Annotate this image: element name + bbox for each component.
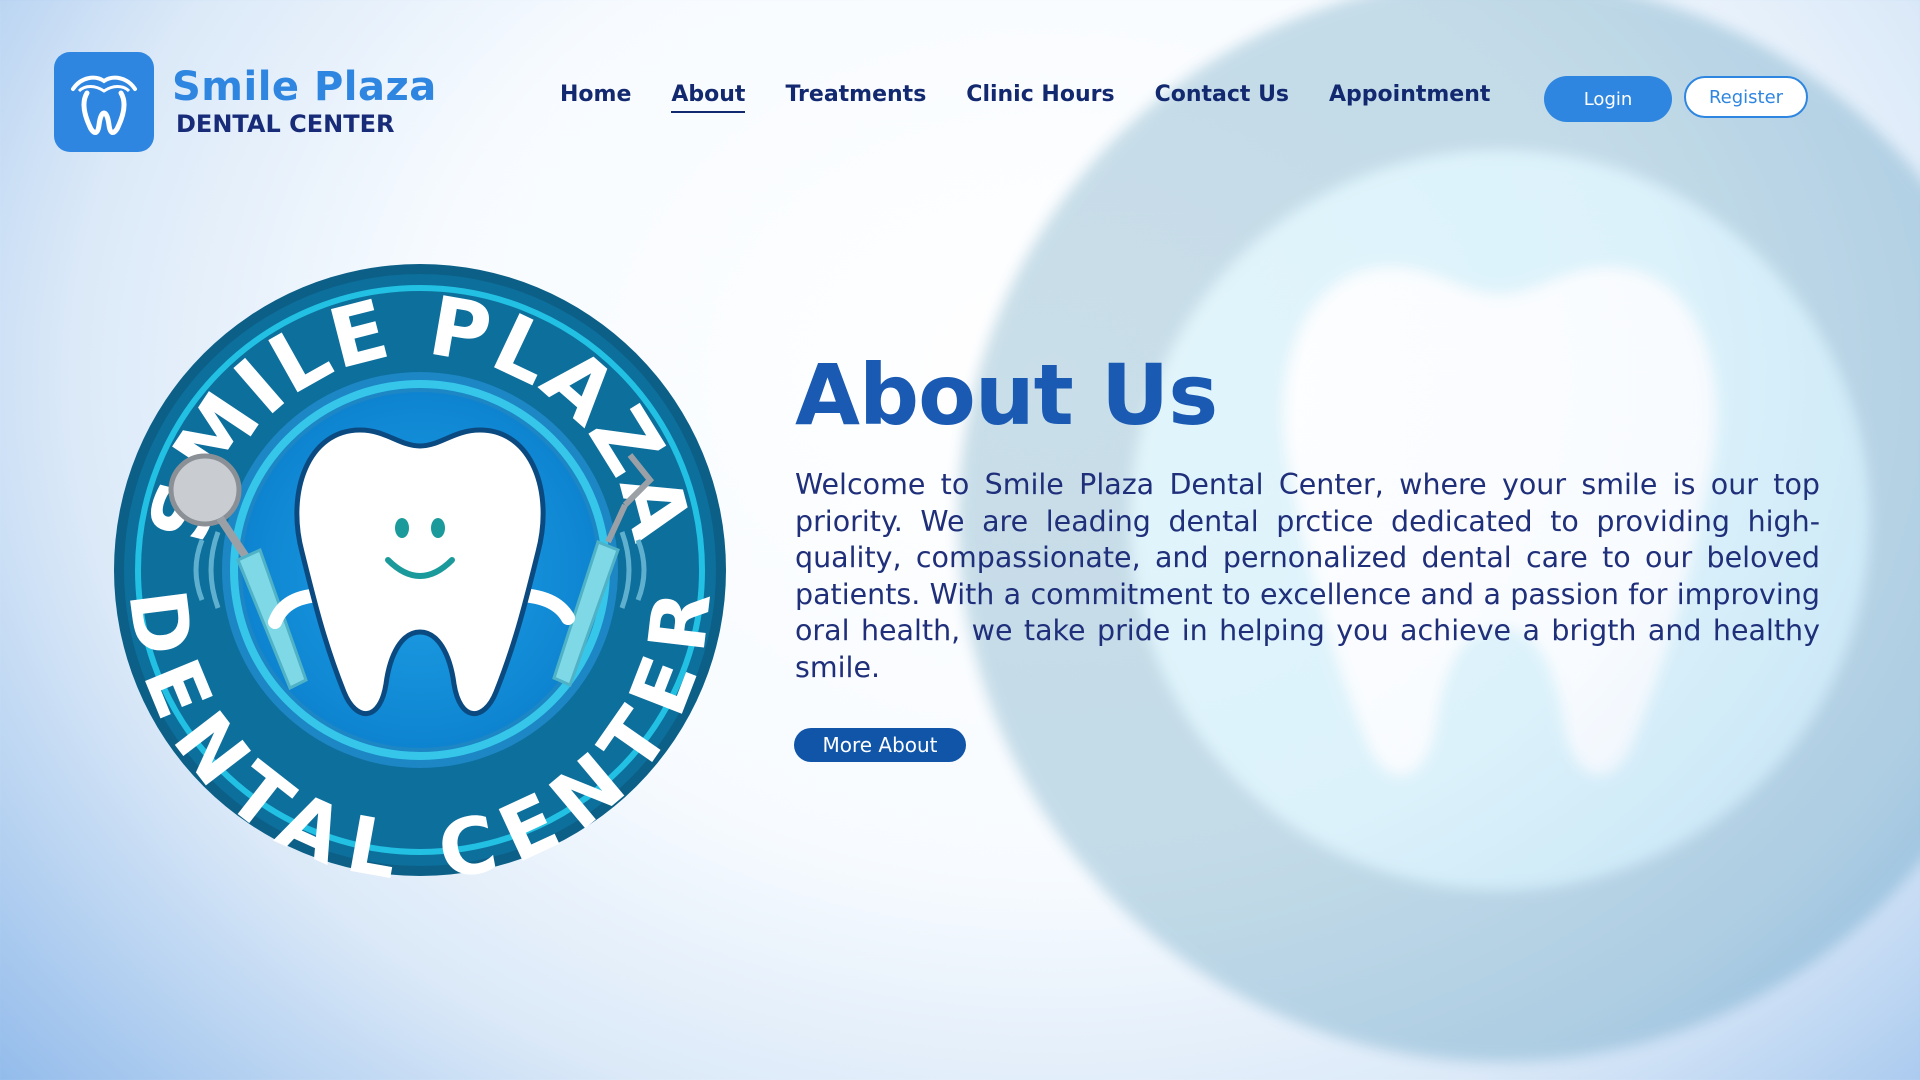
nav-contact-us[interactable]: Contact Us	[1155, 82, 1289, 113]
brand-logo[interactable]: Smile Plaza DENTAL CENTER	[54, 52, 437, 152]
tooth-icon	[54, 52, 154, 152]
login-button[interactable]: Login	[1544, 76, 1672, 122]
more-about-button[interactable]: More About	[794, 728, 966, 762]
nav-treatments[interactable]: Treatments	[785, 82, 926, 113]
about-title: About Us	[795, 346, 1218, 444]
register-button[interactable]: Register	[1684, 76, 1808, 118]
brand-subtitle: DENTAL CENTER	[176, 110, 395, 138]
nav-appointment[interactable]: Appointment	[1329, 82, 1490, 113]
brand-name: Smile Plaza	[172, 64, 437, 110]
nav-home[interactable]: Home	[560, 82, 631, 113]
site-header: Smile Plaza DENTAL CENTER Home About Tre…	[0, 0, 1920, 200]
about-description: Welcome to Smile Plaza Dental Center, wh…	[795, 468, 1820, 684]
about-section: About Us Welcome to Smile Plaza Dental C…	[795, 345, 1820, 686]
main-nav: Home About Treatments Clinic Hours Conta…	[540, 82, 1510, 113]
nav-about[interactable]: About	[671, 82, 746, 113]
nav-clinic-hours[interactable]: Clinic Hours	[966, 82, 1114, 113]
dental-center-seal: SMILE PLAZA DENTAL CENTER	[110, 264, 727, 880]
